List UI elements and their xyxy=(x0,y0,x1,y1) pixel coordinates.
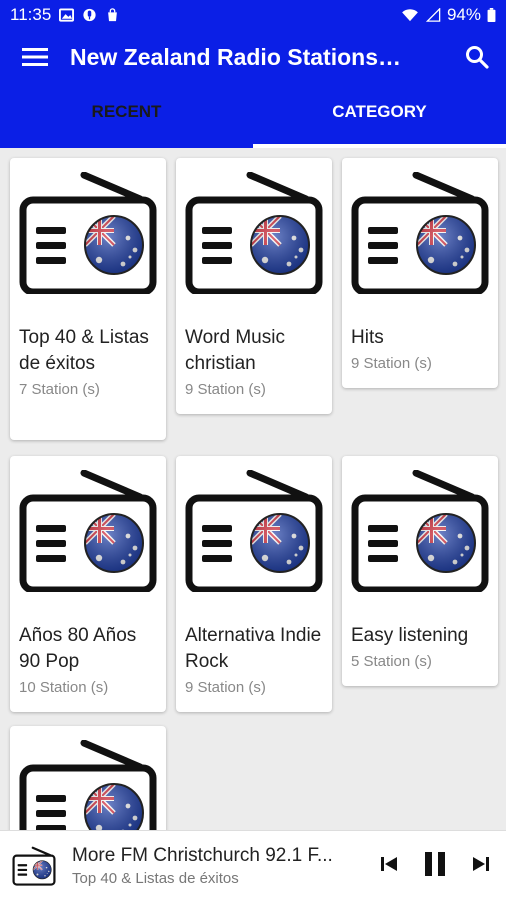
search-button[interactable] xyxy=(460,40,494,74)
category-card[interactable]: Hits 9 Station (s) xyxy=(342,158,498,388)
tab-category[interactable]: CATEGORY xyxy=(253,84,506,148)
tab-bar: RECENT CATEGORY xyxy=(0,84,506,148)
radio-icon xyxy=(342,158,498,308)
category-name: Años 80 Años 90 Pop xyxy=(19,625,137,672)
skip-previous-icon xyxy=(381,857,397,871)
menu-icon xyxy=(22,48,48,66)
radio-icon xyxy=(10,726,166,830)
next-button[interactable] xyxy=(466,849,496,879)
category-count: 9 Station (s) xyxy=(351,355,432,372)
radio-icon xyxy=(176,158,332,308)
radio-icon xyxy=(342,456,498,606)
image-icon xyxy=(59,8,75,22)
now-playing-title: More FM Christchurch 92.1 F... xyxy=(72,844,333,866)
skip-next-icon xyxy=(473,857,489,871)
radio-icon xyxy=(10,158,166,308)
search-icon xyxy=(466,46,489,69)
pause-button[interactable] xyxy=(420,849,450,879)
mic-icon xyxy=(83,8,96,22)
app-title: New Zealand Radio Stations… xyxy=(70,43,401,70)
previous-button[interactable] xyxy=(374,849,404,879)
category-count: 5 Station (s) xyxy=(351,653,432,670)
tab-recent[interactable]: RECENT xyxy=(0,84,253,148)
status-time: 11:35 xyxy=(10,5,52,24)
category-name: Easy listening xyxy=(351,625,469,646)
category-count: 9 Station (s) xyxy=(185,679,266,696)
bag-icon xyxy=(108,8,118,22)
battery-percent: 94% xyxy=(446,5,481,24)
category-name: Hits xyxy=(351,327,384,348)
battery-icon xyxy=(487,8,496,22)
wifi-icon xyxy=(402,9,418,22)
radio-icon xyxy=(12,844,56,888)
category-count: 10 Station (s) xyxy=(19,679,109,696)
radio-icon xyxy=(176,456,332,606)
category-name: Alternativa Indie Rock xyxy=(185,625,322,672)
category-card[interactable]: Años 80 Años 90 Pop 10 Station (s) xyxy=(10,456,166,712)
app-bar: New Zealand Radio Stations… xyxy=(0,30,506,84)
menu-button[interactable] xyxy=(0,30,70,84)
pause-icon xyxy=(425,852,445,876)
category-name: Top 40 & Listas de éxitos xyxy=(19,327,149,374)
status-bar: 11:35 94% xyxy=(0,0,506,30)
mini-player[interactable]: More FM Christchurch 92.1 F... Top 40 & … xyxy=(0,830,506,900)
category-count: 9 Station (s) xyxy=(185,381,266,398)
category-card[interactable]: Alternativa Indie Rock 9 Station (s) xyxy=(176,456,332,712)
category-card[interactable] xyxy=(10,726,166,830)
category-name: Word Music christian xyxy=(185,327,285,374)
category-grid: Top 40 & Listas de éxitos 7 Station (s) … xyxy=(0,148,506,830)
category-card[interactable]: Easy listening 5 Station (s) xyxy=(342,456,498,686)
signal-icon xyxy=(425,8,441,22)
category-card[interactable]: Word Music christian 9 Station (s) xyxy=(176,158,332,414)
now-playing-category: Top 40 & Listas de éxitos xyxy=(72,869,239,887)
category-count: 7 Station (s) xyxy=(19,381,100,398)
radio-icon xyxy=(10,456,166,606)
category-card[interactable]: Top 40 & Listas de éxitos 7 Station (s) xyxy=(10,158,166,440)
